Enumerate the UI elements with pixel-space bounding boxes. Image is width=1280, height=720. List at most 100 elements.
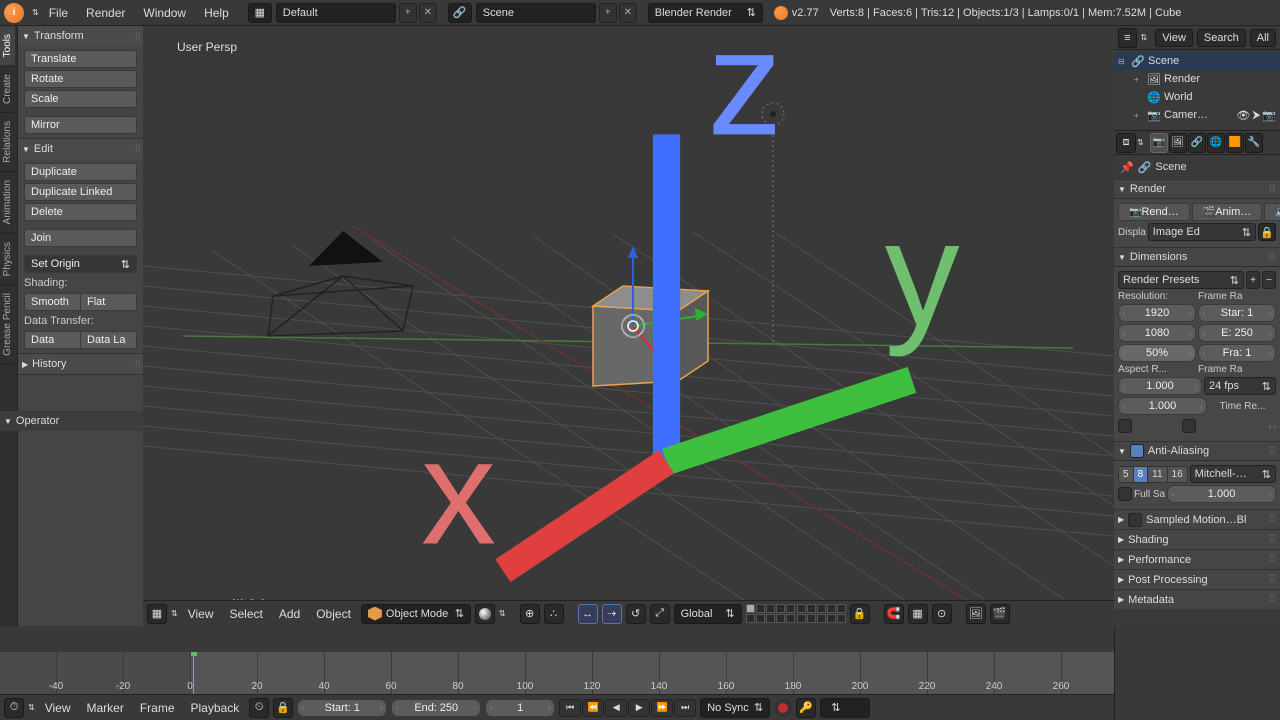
res-x[interactable]: ‹1920› [1118,304,1196,322]
frame-end-input[interactable]: ‹End: 250› [391,699,481,717]
btn-mirror[interactable]: Mirror [24,116,137,134]
tab-scene[interactable]: 🔗 [1188,133,1206,153]
frame-start-input[interactable]: ‹Start: 1› [297,699,387,717]
lock-interface[interactable]: 🔒 [1258,223,1276,241]
next-key[interactable]: ⏩ [651,699,673,717]
aa-8[interactable]: 8 [1134,467,1149,482]
frame-start[interactable]: ‹Star: 1› [1198,304,1276,322]
shading-mode[interactable] [475,604,495,624]
btn-translate[interactable]: Translate [24,50,137,68]
tl-lock[interactable]: 🔒 [273,698,293,718]
res-percent[interactable]: ‹50%› [1118,344,1196,362]
panel-render-hdr[interactable]: ▼Render⠿ [1114,179,1280,199]
editor-type-3dview[interactable]: ▦ [147,604,167,624]
info-editor-icon[interactable]: i [4,3,24,23]
mode-selector[interactable]: Object Mode⇅ [361,604,471,624]
tree-row-render[interactable]: +🖼Render [1114,70,1280,88]
outliner-editor-icon[interactable]: ≡ [1118,28,1137,48]
play[interactable]: ▶ [628,699,650,717]
jump-last[interactable]: ⏭ [674,699,696,717]
snap-element[interactable]: ▦ [908,604,928,624]
vp-menu-add[interactable]: Add [273,607,306,621]
btn-smooth[interactable]: Smooth [24,293,81,311]
aspect-x[interactable]: ‹1.000› [1118,377,1202,395]
aspect-y[interactable]: ‹1.000› [1118,397,1207,415]
outliner-view[interactable]: View [1155,29,1193,47]
btn-join[interactable]: Join [24,229,137,247]
sync-mode[interactable]: No Sync⇅ [700,698,770,718]
manipulator-rotate[interactable]: ↺ [626,604,646,624]
vtab-relations[interactable]: Relations [0,113,15,172]
screen-layout-browse[interactable]: ▦ [248,3,272,23]
preset-remove[interactable]: − [1262,271,1276,289]
editor-dd-arrow[interactable]: ⇅ [32,8,39,17]
operator-panel-header[interactable]: ▼Operator [0,411,143,431]
scene-remove[interactable]: ✕ [619,3,637,23]
manipulator-scale[interactable]: ⤢ [650,604,670,624]
vtab-grease-pencil[interactable]: Grease Pencil [0,285,15,365]
btn-render-anim[interactable]: 🎬Anim… [1192,203,1263,221]
layer-buttons[interactable] [746,604,846,623]
frame-current[interactable]: ‹1› [485,699,555,717]
render-engine[interactable]: Blender Render ⇅ [648,3,763,23]
menu-file[interactable]: File [41,2,76,24]
aa-5[interactable]: 5 [1119,467,1134,482]
aa-filter[interactable]: Mitchell-…⇅ [1190,465,1276,483]
panel-performance[interactable]: ▶Performance⠿ [1114,549,1280,569]
keying-dd[interactable]: ⇅ [820,698,870,718]
tl-menu-playback[interactable]: Playback [185,701,246,715]
tl-menu-frame[interactable]: Frame [134,701,181,715]
btn-render-audio[interactable]: 🔊Audio [1264,203,1280,221]
render-presets[interactable]: Render Presets⇅ [1118,271,1244,289]
vtab-tools[interactable]: Tools [0,26,15,66]
lock-camera[interactable]: 🔒 [850,604,870,624]
vp-menu-select[interactable]: Select [224,607,269,621]
timeline-editor-icon[interactable]: ⏱ [4,698,24,718]
menu-render[interactable]: Render [78,2,133,24]
vtab-animation[interactable]: Animation [0,172,15,233]
outliner-search[interactable]: Search [1197,29,1246,47]
tab-render[interactable]: 📷 [1150,133,1168,153]
btn-data[interactable]: Data [24,331,81,349]
panel-metadata[interactable]: ▶Metadata⠿ [1114,589,1280,609]
btn-rotate[interactable]: Rotate [24,70,137,88]
timeline-canvas[interactable]: -40-200204060801001201401601802002202402… [0,652,1114,694]
snap-toggle[interactable]: 🧲 [884,604,904,624]
frame-step[interactable]: ‹Fra: 1› [1198,344,1276,362]
btn-scale[interactable]: Scale [24,90,137,108]
manipulator-toggle[interactable]: ↔ [578,604,598,624]
menu-window[interactable]: Window [135,2,194,24]
tab-object[interactable]: 🟧 [1226,133,1244,153]
tl-menu-view[interactable]: View [39,701,77,715]
panel-history-header[interactable]: ▶History⠿ [18,354,143,374]
vtab-physics[interactable]: Physics [0,234,15,285]
btn-render-still[interactable]: 📷Rend… [1118,203,1190,221]
scene-add[interactable]: + [599,3,617,23]
panel-post-processing[interactable]: ▶Post Processing⠿ [1114,569,1280,589]
snap-target[interactable]: ⊙ [932,604,952,624]
tl-range-toggle[interactable]: ⏲ [249,698,269,718]
render-anim[interactable]: 🎬 [990,604,1010,624]
pivot-indiv[interactable]: ∴ [544,604,564,624]
tl-menu-marker[interactable]: Marker [81,701,130,715]
panel-shading[interactable]: ▶Shading⠿ [1114,529,1280,549]
render-display-dd[interactable]: Image Ed⇅ [1148,223,1256,241]
panel-edit-header[interactable]: ▼Edit⠿ [18,139,143,159]
vtab-create[interactable]: Create [0,66,15,113]
jump-first[interactable]: ⏮ [559,699,581,717]
aa-11[interactable]: 11 [1148,467,1167,482]
panel-dim-hdr[interactable]: ▼Dimensions⠿ [1114,247,1280,267]
scene-browse[interactable]: 🔗 [448,3,472,23]
btn-delete[interactable]: Delete [24,203,137,221]
pivot-point[interactable]: ⊕ [520,604,540,624]
btn-flat[interactable]: Flat [81,293,137,311]
btn-set-origin[interactable]: Set Origin⇅ [24,255,137,273]
aa-enable[interactable] [1130,444,1144,458]
props-editor-icon[interactable]: ⧈ [1116,133,1136,153]
render-preview[interactable]: 🖼 [966,604,986,624]
tab-render-layers[interactable]: 🖼 [1169,133,1187,153]
transform-orientation[interactable]: Global⇅ [674,604,742,624]
btn-duplicate[interactable]: Duplicate [24,163,137,181]
manipulator-translate[interactable]: ⇢ [602,604,622,624]
aa-samples[interactable]: 581116 [1118,466,1188,483]
